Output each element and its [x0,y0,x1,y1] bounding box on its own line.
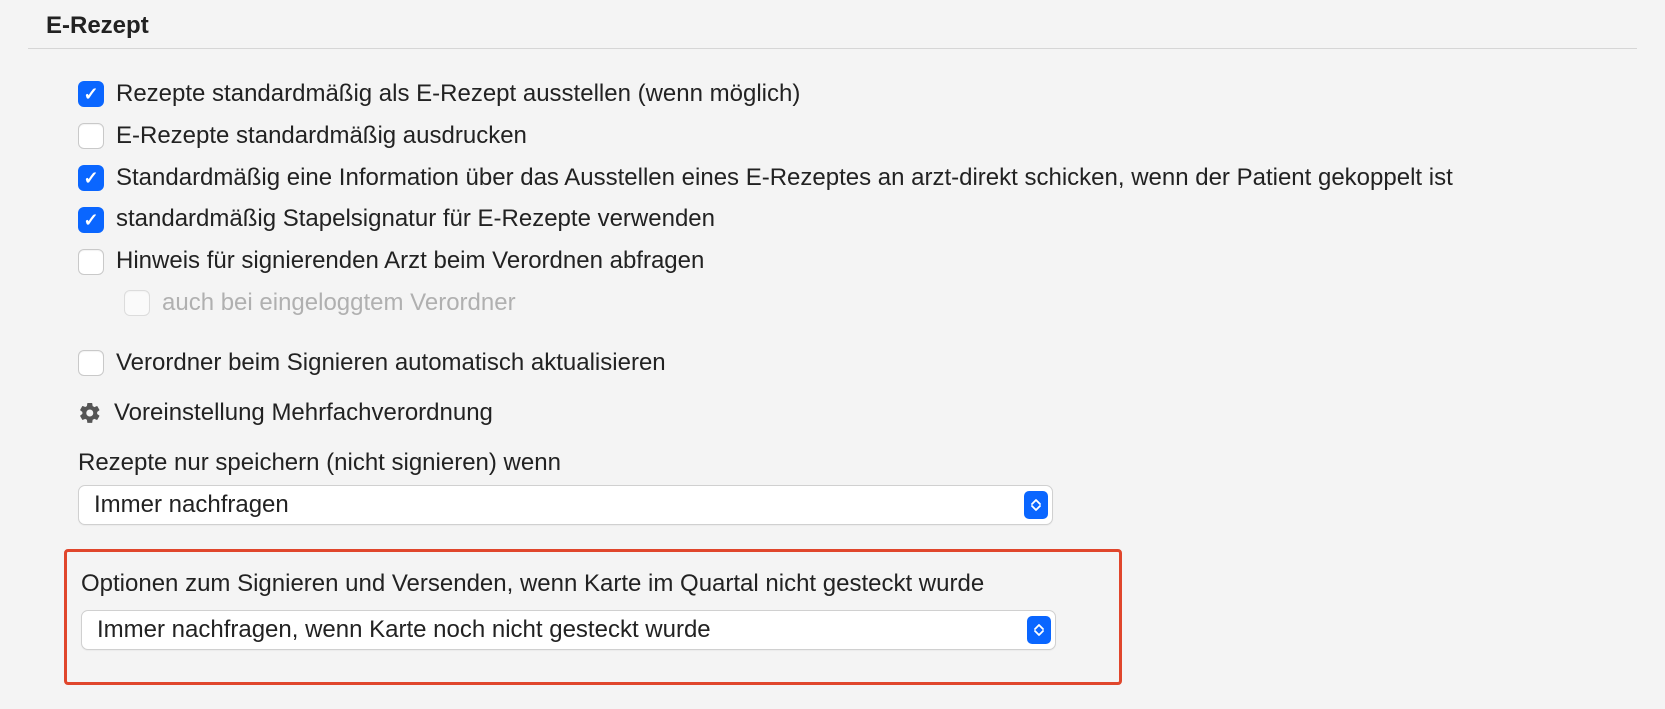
checkbox-row-arzt-direkt: ✓ Standardmäßig eine Information über da… [78,161,1637,196]
select2-label: Optionen zum Signieren und Versenden, we… [81,570,1105,598]
checkbox-hinweis-arzt[interactable] [78,249,104,275]
checkbox-arzt-direkt[interactable]: ✓ [78,165,104,191]
section-content: ✓ Rezepte standardmäßig als E-Rezept aus… [28,49,1637,685]
checkbox-label: auch bei eingeloggtem Verordner [162,286,516,321]
spacer [78,328,1637,346]
select-value: Immer nachfragen [94,491,289,519]
select-stepper-icon [1024,491,1048,519]
checkbox-default-print[interactable] [78,123,104,149]
select-value: Immer nachfragen, wenn Karte noch nicht … [97,616,711,644]
checkbox-default-erezept[interactable]: ✓ [78,81,104,107]
section-title: E-Rezept [28,0,1637,49]
checkbox-row-hinweis-arzt: Hinweis für signierenden Arzt beim Veror… [78,244,1637,279]
highlight-box: Optionen zum Signieren und Versenden, we… [64,549,1122,685]
chevron-down-icon [1034,630,1044,636]
checkbox-label: Rezepte standardmäßig als E-Rezept ausst… [116,77,800,112]
gear-icon [78,401,102,425]
chevron-down-icon [1031,505,1041,511]
settings-section: E-Rezept ✓ Rezepte standardmäßig als E-R… [0,0,1665,685]
check-icon: ✓ [83,85,98,103]
check-icon: ✓ [83,211,98,229]
check-icon: ✓ [83,169,98,187]
checkbox-row-eingeloggter-verordner: auch bei eingeloggtem Verordner [124,286,1637,321]
select-stepper-icon [1027,616,1051,644]
select-signieren-versenden[interactable]: Immer nachfragen, wenn Karte noch nicht … [81,610,1056,650]
checkbox-row-stapelsignatur: ✓ standardmäßig Stapelsignatur für E-Rez… [78,202,1637,237]
checkbox-verordner-auto[interactable] [78,350,104,376]
checkbox-row-verordner-auto: Verordner beim Signieren automatisch akt… [78,346,1637,381]
checkbox-row-default-print: E-Rezepte standardmäßig ausdrucken [78,119,1637,154]
checkbox-eingeloggter-verordner [124,290,150,316]
checkbox-label: Hinweis für signierenden Arzt beim Veror… [116,244,704,279]
checkbox-label: Verordner beim Signieren automatisch akt… [116,346,666,381]
select1-label: Rezepte nur speichern (nicht signieren) … [78,449,1637,477]
gear-label: Voreinstellung Mehrfachverordnung [114,399,493,427]
select-rezepte-speichern[interactable]: Immer nachfragen [78,485,1053,525]
checkbox-label: standardmäßig Stapelsignatur für E-Rezep… [116,202,715,237]
checkbox-label: Standardmäßig eine Information über das … [116,161,1453,196]
gear-row-mehrfachverordnung[interactable]: Voreinstellung Mehrfachverordnung [78,399,1637,427]
checkbox-row-default-erezept: ✓ Rezepte standardmäßig als E-Rezept aus… [78,77,1637,112]
checkbox-label: E-Rezepte standardmäßig ausdrucken [116,119,527,154]
checkbox-stapelsignatur[interactable]: ✓ [78,207,104,233]
